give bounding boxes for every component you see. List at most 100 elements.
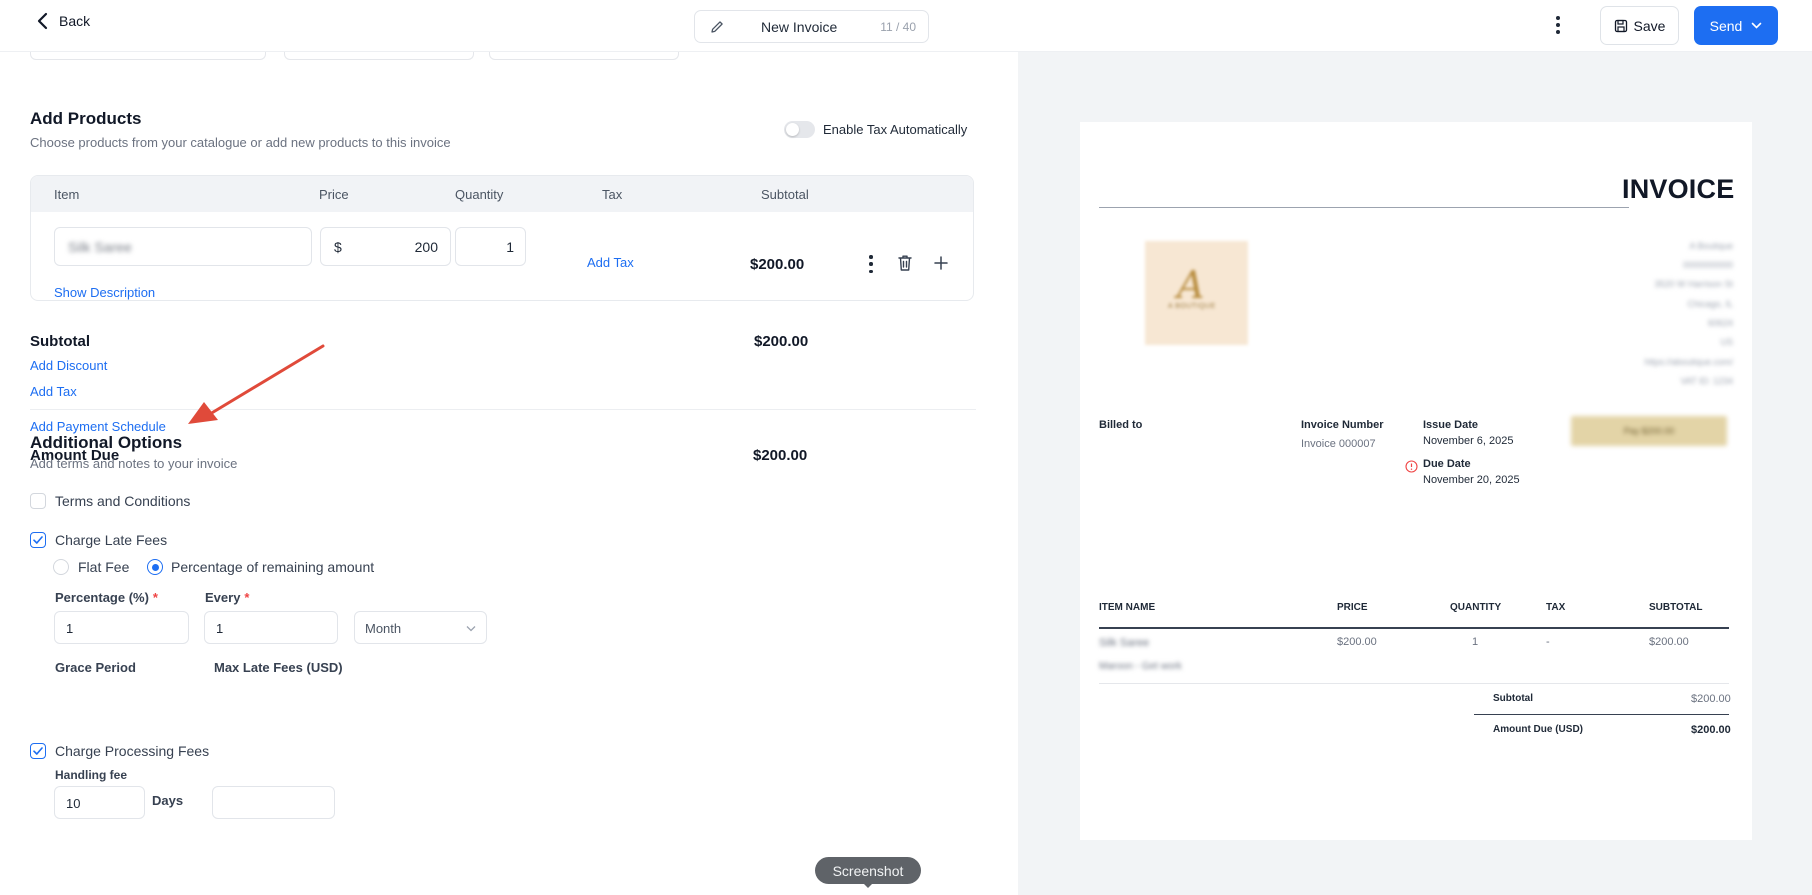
every-field-label-text: Every [205,590,241,605]
column-header: Tax [602,187,623,202]
row-options-icon[interactable] [866,255,876,273]
add-products-subtitle: Choose products from your catalogue or a… [30,135,451,150]
save-button[interactable]: Save [1600,6,1679,45]
send-label: Send [1709,17,1743,34]
preview-subtotal-label: Subtotal [1493,693,1533,704]
flat-fee-radio[interactable] [53,559,69,575]
table-header-rule [1099,627,1729,629]
line-item-note: Maroon - Get work [1099,661,1182,672]
invoice-name-field[interactable]: New Invoice 11 / 40 [694,10,929,43]
subtotal-value: $200.00 [754,333,809,350]
subtotal-label: Subtotal [30,333,90,350]
business-country: US [1720,337,1733,347]
screenshot-tooltip: Screenshot [815,857,921,888]
trash-icon[interactable] [897,254,913,272]
percentage-radio[interactable] [147,559,163,575]
row-subtotal: $200.00 [750,256,805,273]
price-value: 200 [414,239,438,255]
max-late-fees-label: Max Late Fees (USD) [214,660,343,675]
percentage-input[interactable]: 1 [54,611,189,644]
invoice-name: New Invoice [761,18,838,35]
terms-checkbox[interactable] [30,493,46,509]
invoice-preview: INVOICE A A BOUTIQUE A Boutique 00000000… [1080,122,1752,840]
back-label: Back [59,13,91,29]
chevron-left-icon [37,12,48,30]
period-select-value: Month [365,621,402,636]
line-item-subtotal: $200.00 [1649,636,1689,648]
products-table: Item Price Quantity Tax Subtotal Silk Sa… [30,175,974,301]
char-counter: 11 / 40 [880,19,916,34]
column-header: Subtotal [761,187,809,202]
line-item-quantity: 1 [1472,636,1479,648]
period-select[interactable]: Month [354,611,487,644]
amount-due-value: $200.00 [753,447,808,464]
add-tax-summary-link[interactable]: Add Tax [30,384,77,399]
add-payment-schedule-link[interactable]: Add Payment Schedule [30,419,166,434]
issue-date-value: November 6, 2025 [1423,435,1514,447]
column-header: Price [319,187,349,202]
flat-fee-label: Flat Fee [78,559,130,575]
enable-tax-toggle[interactable] [784,121,815,138]
due-date-value: November 20, 2025 [1423,474,1520,486]
processing-fees-checkbox[interactable] [30,743,46,759]
line-item-name: Silk Saree [1099,637,1150,649]
processing-fees-label: Charge Processing Fees [55,743,210,759]
back-button[interactable]: Back [36,12,90,30]
item-name-field[interactable]: Silk Saree [54,227,312,266]
quantity-field[interactable]: 1 [455,227,526,266]
price-header: PRICE [1337,602,1368,613]
business-zip: 60624 [1707,318,1733,328]
truncated-field [284,52,474,60]
column-header: Quantity [455,187,504,202]
logo-tagline: A BOUTIQUE [1168,303,1216,310]
additional-options-subtitle: Add terms and notes to your invoice [30,456,238,471]
chevron-down-icon [1752,22,1762,29]
add-discount-link[interactable]: Add Discount [30,358,107,373]
line-item-price: $200.00 [1337,636,1377,648]
business-vat: VAT ID: 1234 [1680,376,1733,386]
days-label: Days [152,793,184,808]
invoice-editor: Add Products Choose products from your c… [0,52,1000,895]
quantity-header: QUANTITY [1450,602,1502,613]
more-options-icon[interactable] [1550,14,1566,36]
invoice-number-label: Invoice Number [1301,419,1384,431]
subtotal-header: SUBTOTAL [1649,602,1703,613]
pencil-icon [711,20,723,33]
add-tax-link[interactable]: Add Tax [587,255,634,270]
preview-amount-due-value: $200.00 [1691,724,1731,736]
due-date-label: Due Date [1423,458,1471,470]
annotation-arrow [188,344,325,424]
item-name-header: ITEM NAME [1099,602,1156,613]
plus-icon[interactable] [934,256,948,270]
column-header: Item [54,187,80,202]
every-input[interactable]: 1 [204,611,338,644]
late-fees-checkbox[interactable] [30,532,46,548]
enable-tax-toggle-row: Enable Tax Automatically [784,121,967,138]
grace-period-label: Grace Period [55,660,136,675]
pay-now-button[interactable]: Pay $200.00 [1571,416,1727,446]
send-button[interactable]: Send [1694,6,1778,45]
tax-header: TAX [1546,602,1566,613]
business-city: Chicago, IL [1687,299,1733,309]
business-logo: A A BOUTIQUE [1145,241,1248,345]
business-name: A Boutique [1689,241,1733,251]
totals-rule [1474,714,1729,715]
max-late-fees-input[interactable] [212,786,335,819]
price-field[interactable]: $ 200 [320,227,451,266]
grace-period-input[interactable]: 10 [54,786,145,819]
business-website: https://aboutique.com/ [1644,357,1733,367]
show-description-link[interactable]: Show Description [54,285,155,300]
business-phone: 0000000000 [1682,260,1733,270]
products-table-header: Item Price Quantity Tax Subtotal [31,176,973,212]
percentage-radio-label: Percentage of remaining amount [171,559,375,575]
preview-amount-due-label: Amount Due (USD) [1493,724,1583,735]
add-products-title: Add Products [30,109,142,128]
line-item-tax: - [1546,636,1550,648]
truncated-field [30,52,266,60]
line-item-rule [1099,683,1729,684]
issue-date-label: Issue Date [1423,419,1479,431]
late-fees-label: Charge Late Fees [55,532,168,548]
business-street: 3520 W Harrison St [1654,279,1733,289]
percentage-field-label-text: Percentage (%) [55,590,149,605]
save-label: Save [1633,17,1666,34]
